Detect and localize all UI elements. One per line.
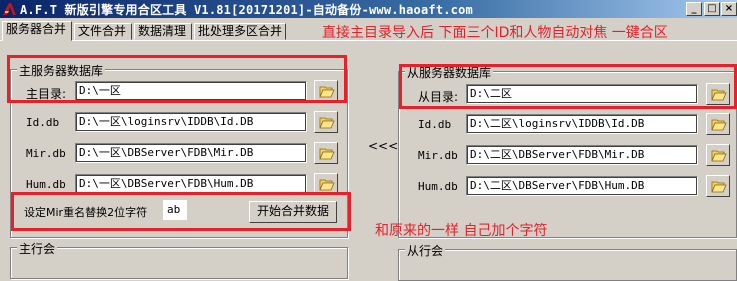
- open-folder-icon: [319, 117, 335, 129]
- slave-guild-label: 从行会: [405, 242, 446, 259]
- tab-data-cleanup[interactable]: 数据清理: [134, 23, 192, 40]
- minimize-button[interactable]: _: [686, 2, 702, 16]
- master-mir-label: Mir.db: [26, 147, 66, 160]
- slave-mir-browse-button[interactable]: [706, 144, 730, 166]
- maximize-icon: □: [707, 3, 717, 14]
- annotation-box-slave-dir: [399, 64, 737, 109]
- slave-guild-group: 从行会: [398, 242, 737, 281]
- master-mir-browse-button[interactable]: [314, 142, 338, 164]
- minimize-icon: _: [691, 3, 697, 14]
- open-folder-icon: [711, 181, 727, 193]
- slave-mir-label: Mir.db: [418, 149, 458, 162]
- open-folder-icon: [319, 148, 335, 160]
- slave-id-input[interactable]: D:\二区\loginsrv\IDDB\Id.DB: [466, 114, 698, 134]
- master-hum-input[interactable]: D:\一区\DBServer\FDB\Hum.DB: [75, 174, 307, 194]
- slave-mir-input[interactable]: D:\二区\DBServer\FDB\Mir.DB: [466, 145, 698, 165]
- tab-file-merge[interactable]: 文件合并: [74, 23, 132, 40]
- close-button[interactable]: ×: [721, 2, 737, 16]
- slave-hum-browse-button[interactable]: [706, 175, 730, 197]
- window-title: A.F.T 新版引擎专用合区工具 V1.81[20171201]-自动备份-ww…: [20, 3, 473, 17]
- tab-server-merge[interactable]: 服务器合并: [2, 21, 72, 41]
- merge-direction-arrow: <<<: [368, 139, 399, 153]
- tab-batch-merge[interactable]: 批处理多区合并: [194, 23, 286, 40]
- master-guild-group: 主行会: [10, 240, 348, 279]
- slave-id-label: Id.db: [418, 118, 452, 131]
- annotation-box-rename: [11, 192, 351, 231]
- open-folder-icon: [319, 179, 335, 191]
- master-mir-input[interactable]: D:\一区\DBServer\FDB\Mir.DB: [75, 143, 307, 163]
- master-id-label: Id.db: [26, 116, 60, 129]
- slave-hum-label: Hum.db: [418, 180, 458, 193]
- master-guild-label: 主行会: [17, 240, 58, 257]
- annotation-bottom: 和原来的一样 自己加个字符: [375, 223, 548, 239]
- master-hum-label: Hum.db: [26, 178, 66, 191]
- app-icon: [3, 3, 16, 15]
- master-id-input[interactable]: D:\一区\loginsrv\IDDB\Id.DB: [75, 112, 307, 132]
- slave-hum-input[interactable]: D:\二区\DBServer\FDB\Hum.DB: [466, 176, 698, 196]
- slave-id-browse-button[interactable]: [706, 113, 730, 135]
- title-bar: A.F.T 新版引擎专用合区工具 V1.81[20171201]-自动备份-ww…: [0, 0, 737, 18]
- open-folder-icon: [711, 150, 727, 162]
- open-folder-icon: [711, 119, 727, 131]
- master-id-browse-button[interactable]: [314, 111, 338, 133]
- maximize-button[interactable]: □: [704, 2, 720, 16]
- annotation-box-master-dir: [7, 55, 347, 103]
- close-icon: ×: [724, 3, 734, 14]
- annotation-top: 直接主目录导入后 下面三个ID和人物自动对焦 一键合区: [322, 25, 668, 41]
